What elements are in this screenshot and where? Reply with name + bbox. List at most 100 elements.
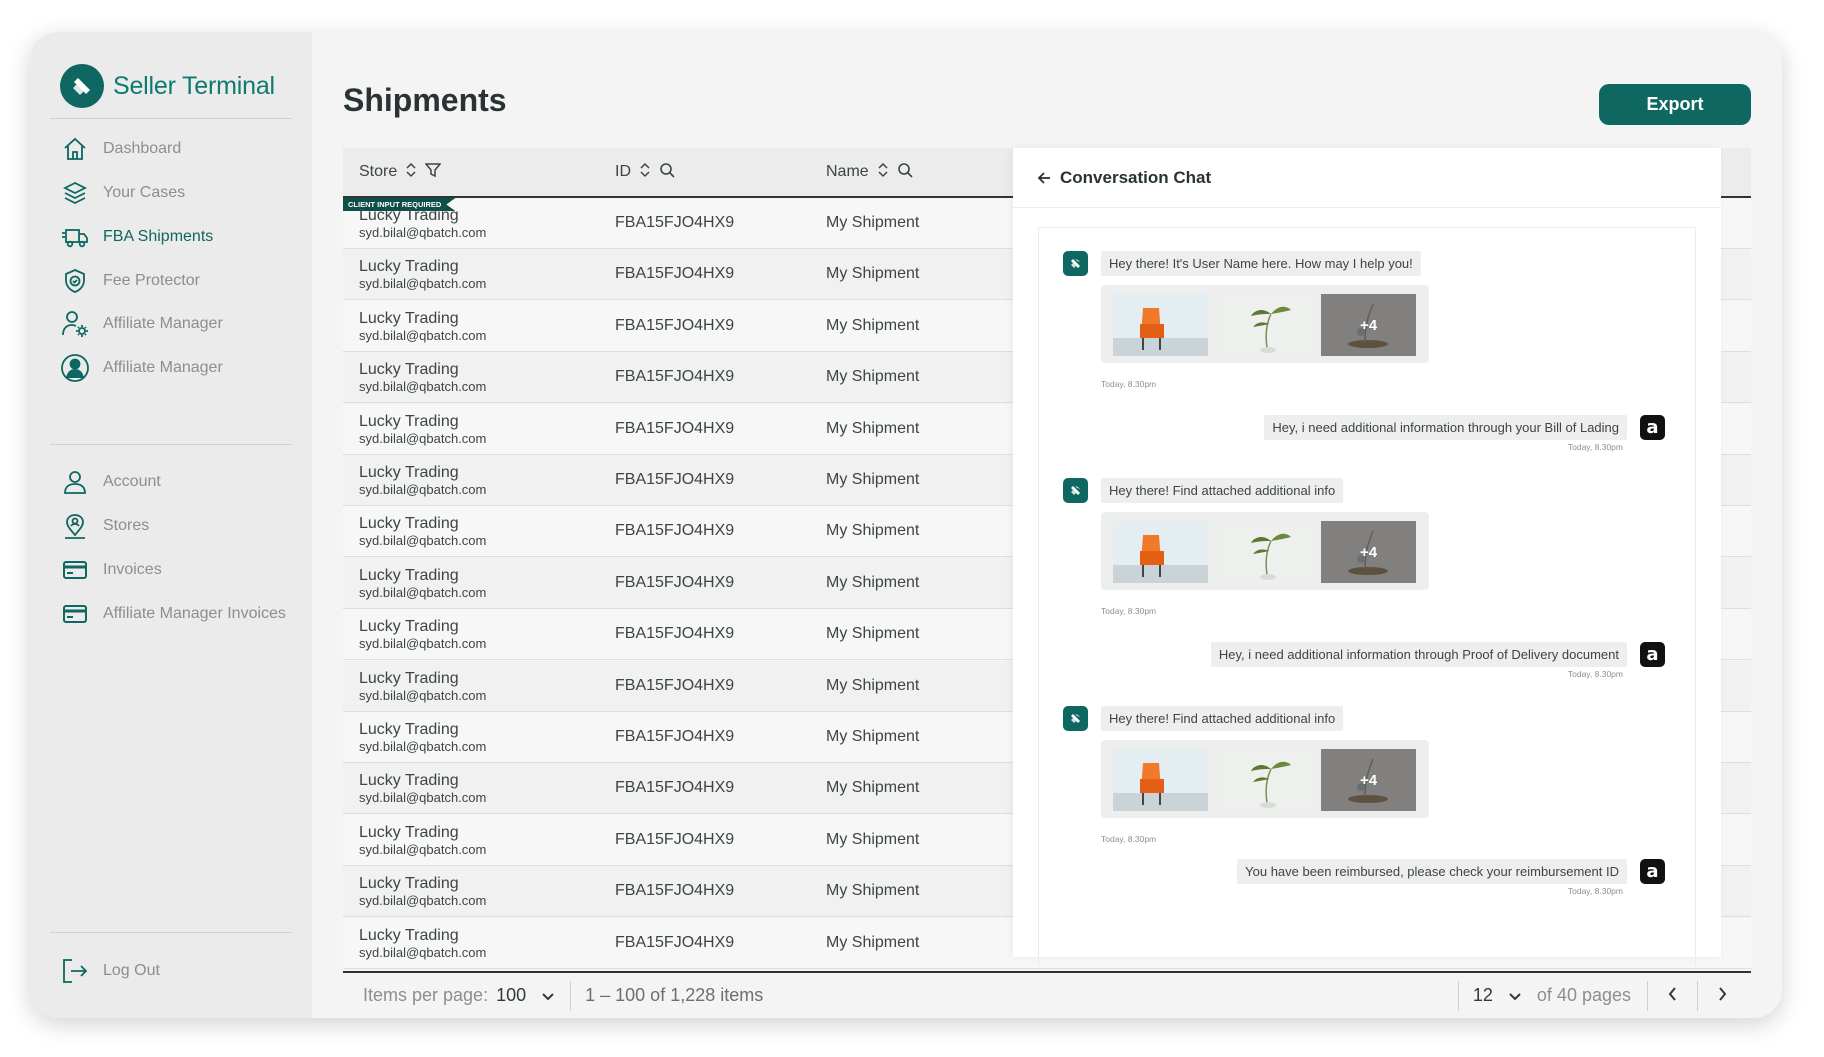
export-button[interactable]: Export <box>1599 84 1751 125</box>
shipment-name: My Shipment <box>826 265 920 283</box>
sidebar-item-account[interactable]: Account <box>60 465 161 499</box>
shipment-name: My Shipment <box>826 522 920 540</box>
store-cell: Lucky Trading syd.bilal@qbatch.com <box>359 464 486 498</box>
more-images-count: +4 <box>1321 521 1416 583</box>
prev-page-icon[interactable] <box>1662 985 1683 1006</box>
sort-icon[interactable] <box>405 162 417 183</box>
store-cell: Lucky Trading syd.bilal@qbatch.com <box>359 413 486 447</box>
shipment-id: FBA15FJO4HX9 <box>615 419 735 437</box>
chat-messages: Hey there! It's User Name here. How may … <box>1038 227 1696 967</box>
message-bubble: Hey there! Find attached additional info <box>1101 478 1344 503</box>
pagination-divider <box>570 980 572 1011</box>
shipment-id: FBA15FJO4HX9 <box>615 316 735 334</box>
sidebar-item-label: Your Cases <box>103 184 186 201</box>
attachment-thumbnail[interactable] <box>1113 749 1208 811</box>
attachment-thumbnail[interactable] <box>1217 294 1312 356</box>
store-email: syd.bilal@qbatch.com <box>359 379 487 395</box>
sidebar-item-label: FBA Shipments <box>103 228 214 245</box>
shipment-name: My Shipment <box>826 728 920 745</box>
attachment-thumbnail[interactable] <box>1113 294 1208 356</box>
store-name: Lucky Trading <box>359 515 459 533</box>
sidebar-item-affiliate-manager[interactable]: Affiliate Manager <box>60 307 223 341</box>
items-per-page-value[interactable]: 100 <box>496 985 526 1006</box>
store-name: Lucky Trading <box>359 618 459 636</box>
sidebar-item-label: Fee Protector <box>103 272 200 289</box>
store-cell: Lucky Trading syd.bilal@qbatch.com <box>359 567 486 601</box>
user-gear-icon <box>60 309 90 339</box>
sidebar-item-label: Stores <box>103 517 150 534</box>
current-page-select[interactable]: 12 <box>1473 985 1493 1006</box>
attachment-thumbnail[interactable] <box>1113 521 1208 583</box>
sidebar-item-affiliate-manager-invoices[interactable]: Affiliate Manager Invoices <box>60 597 286 631</box>
more-images-count: +4 <box>1321 749 1416 811</box>
sidebar-item-label: Account <box>103 473 161 490</box>
sort-icon[interactable] <box>877 162 889 183</box>
store-email: syd.bilal@qbatch.com <box>359 533 487 549</box>
sidebar-item-your-cases[interactable]: Your Cases <box>60 176 185 210</box>
sidebar-item-fee-protector[interactable]: Fee Protector <box>60 264 200 298</box>
sidebar-item-affiliate-manager-2[interactable]: Affiliate Manager <box>60 351 223 385</box>
shipment-id: FBA15FJO4HX9 <box>615 676 735 694</box>
store-name: Lucky Trading <box>359 772 459 790</box>
logout-label: Log Out <box>103 962 160 979</box>
sidebar-item-fba-shipments[interactable]: FBA Shipments <box>60 220 213 254</box>
more-images-count: +4 <box>1321 294 1416 356</box>
next-page-icon[interactable] <box>1712 985 1733 1006</box>
message-bubble: You have been reimbursed, please check y… <box>1237 859 1627 884</box>
items-per-page-dropdown-icon[interactable] <box>542 985 554 1006</box>
sidebar: Seller Terminal Dashboard Your Cases FBA… <box>30 32 312 1018</box>
app-logo[interactable]: Seller Terminal <box>60 64 275 108</box>
store-email: syd.bilal@qbatch.com <box>359 430 487 446</box>
sidebar-item-label: Dashboard <box>103 140 182 157</box>
filter-icon[interactable] <box>424 162 442 183</box>
sidebar-item-invoices[interactable]: Invoices <box>60 553 162 587</box>
store-email: syd.bilal@qbatch.com <box>359 944 487 960</box>
search-icon[interactable] <box>659 162 675 183</box>
sidebar-item-dashboard[interactable]: Dashboard <box>60 132 181 166</box>
pagination-divider <box>1457 980 1459 1011</box>
sidebar-divider <box>50 118 292 119</box>
attachment-thumbnail[interactable] <box>1217 521 1312 583</box>
store-cell: Lucky Trading syd.bilal@qbatch.com <box>359 670 486 704</box>
store-cell: Lucky Trading syd.bilal@qbatch.com <box>359 721 486 755</box>
shipment-id: FBA15FJO4HX9 <box>615 522 735 540</box>
message-bubble: Hey there! It's User Name here. How may … <box>1101 251 1421 276</box>
attachment-thumbnail[interactable]: +4 <box>1321 749 1416 811</box>
location-user-icon <box>60 511 90 541</box>
home-icon <box>60 134 90 164</box>
sort-icon[interactable] <box>639 162 651 183</box>
column-header-name[interactable]: Name <box>826 148 913 196</box>
attachment-thumbnail[interactable]: +4 <box>1321 294 1416 356</box>
attachment-thumbnail[interactable] <box>1217 749 1312 811</box>
store-name: Lucky Trading <box>359 309 459 327</box>
shipment-id: FBA15FJO4HX9 <box>615 728 735 745</box>
page-dropdown-icon[interactable] <box>1509 985 1521 1006</box>
logo-mark-icon <box>60 64 104 108</box>
back-arrow-icon[interactable] <box>1037 171 1051 185</box>
sidebar-item-stores[interactable]: Stores <box>60 509 149 543</box>
user-icon <box>60 467 90 497</box>
store-cell: Lucky Trading syd.bilal@qbatch.com <box>359 618 486 652</box>
message-timestamp: Today, 8.30pm <box>1101 834 1157 844</box>
shipment-name: My Shipment <box>826 933 920 951</box>
shipment-id: FBA15FJO4HX9 <box>615 368 735 386</box>
amazon-avatar-icon: a <box>1640 642 1665 667</box>
logout-button[interactable]: Log Out <box>60 954 160 988</box>
column-header-store[interactable]: Store <box>359 148 442 196</box>
store-name: Lucky Trading <box>359 412 459 430</box>
store-name: Lucky Trading <box>359 721 459 738</box>
column-header-id[interactable]: ID <box>615 148 675 196</box>
card-icon <box>60 555 90 585</box>
shipment-id: FBA15FJO4HX9 <box>615 625 735 643</box>
message-timestamp: Today, 8.30pm <box>1567 669 1623 679</box>
chat-title: Conversation Chat <box>1060 167 1212 187</box>
store-email: syd.bilal@qbatch.com <box>359 687 487 703</box>
store-cell: Lucky Trading syd.bilal@qbatch.com <box>359 875 486 909</box>
shipment-name: My Shipment <box>826 573 920 591</box>
store-cell: Lucky Trading syd.bilal@qbatch.com <box>359 258 486 292</box>
user-circle-icon <box>60 353 90 383</box>
attachment-thumbnail[interactable]: +4 <box>1321 521 1416 583</box>
search-icon[interactable] <box>897 162 913 183</box>
sidebar-item-label: Invoices <box>103 561 162 578</box>
sidebar-divider <box>50 444 292 445</box>
